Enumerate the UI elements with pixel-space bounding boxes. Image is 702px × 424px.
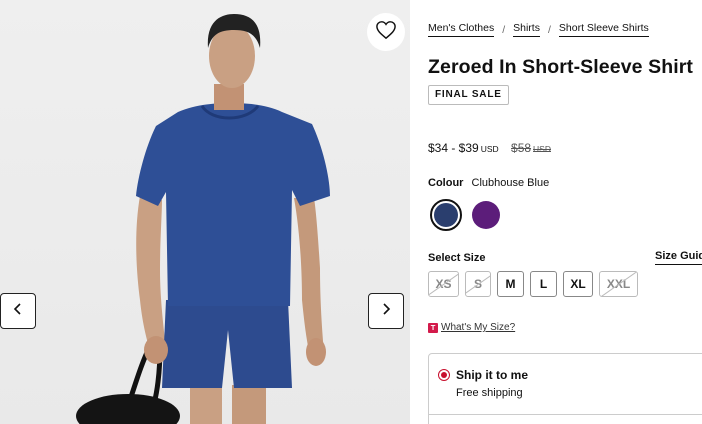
size-option-l[interactable]: L [530,271,557,297]
size-option-xxl[interactable]: XXL [599,271,638,297]
sale-price: $34 - $39 [428,141,479,155]
chevron-left-icon [12,302,24,320]
shipping-options: Ship it to me Free shipping [428,353,702,424]
product-title: Zeroed In Short-Sleeve Shirt [428,56,694,78]
ship-option-title: Ship it to me [456,368,528,382]
ship-radio-button[interactable] [438,369,450,381]
original-price-currency: USD [533,144,551,154]
colour-label: Colour [428,177,464,189]
price-row: $34 - $39 USD $58 USD [428,141,551,155]
colour-swatch-purple[interactable] [470,199,502,231]
breadcrumb-short-sleeve-shirts[interactable]: Short Sleeve Shirts [558,22,649,37]
ship-option-subtitle: Free shipping [456,387,523,399]
size-tool-icon: T [428,322,438,333]
size-option-xl[interactable]: XL [563,271,593,297]
whats-my-size-link[interactable]: What's My Size? [441,322,515,333]
breadcrumb: Men's Clothes / Shirts / Short Sleeve Sh… [428,22,649,37]
size-option-s[interactable]: S [465,271,491,297]
shipping-divider [429,414,702,415]
product-image-panel [0,0,410,424]
breadcrumb-shirts[interactable]: Shirts [513,22,540,37]
breadcrumb-separator: / [547,23,551,36]
final-sale-badge: FINAL SALE [428,85,509,105]
breadcrumb-mens-clothes[interactable]: Men's Clothes [428,22,495,37]
size-guide-link[interactable]: Size Guid [655,250,702,265]
size-option-m[interactable]: M [497,271,524,297]
original-price: $58 USD [511,141,551,155]
product-photo [76,14,330,424]
select-size-label: Select Size [428,252,486,264]
product-details: Men's Clothes / Shirts / Short Sleeve Sh… [428,0,702,424]
chevron-right-icon [380,302,392,320]
colour-swatch-clubhouse-blue[interactable] [430,199,462,231]
size-options: XS S M L XL XXL [428,271,638,297]
sale-price-currency: USD [480,144,499,154]
size-option-xs[interactable]: XS [428,271,459,297]
whats-my-size: T What's My Size? [428,322,515,333]
next-image-button[interactable] [368,293,404,329]
heart-icon [375,20,397,45]
previous-image-button[interactable] [0,293,36,329]
colour-selected-name: Clubhouse Blue [471,177,550,189]
wishlist-button[interactable] [367,13,405,51]
original-price-value: $58 [511,141,532,155]
colour-row: Colour Clubhouse Blue [428,177,549,189]
breadcrumb-separator: / [502,23,506,36]
